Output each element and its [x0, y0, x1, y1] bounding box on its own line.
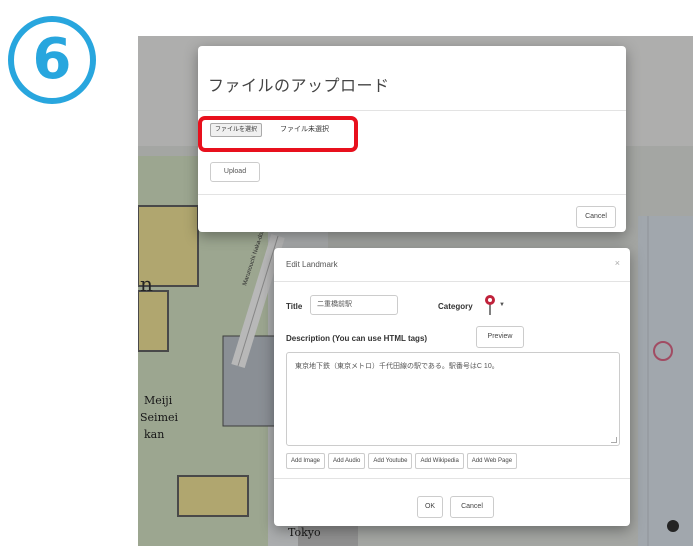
upload-button[interactable]: Upload	[210, 162, 260, 182]
step-number-badge: 6	[8, 16, 96, 104]
upload-cancel-button[interactable]: Cancel	[576, 206, 616, 228]
map-pin-icon[interactable]	[484, 294, 496, 316]
category-label: Category	[438, 302, 473, 311]
add-media-toolbar: Add Image Add Audio Add Youtube Add Wiki…	[286, 453, 518, 469]
cancel-button[interactable]: Cancel	[450, 496, 494, 518]
red-highlight-box	[198, 116, 358, 152]
file-upload-dialog: ファイルのアップロード ファイルを選択 ファイル未選択 Upload Cance…	[198, 46, 626, 232]
divider	[198, 110, 626, 111]
resize-handle-icon[interactable]	[611, 437, 617, 443]
description-textarea[interactable]: 東京地下鉄（東京メトロ）千代田線の駅である。駅番号はC 10。	[286, 352, 620, 446]
divider	[274, 478, 630, 479]
add-youtube-button[interactable]: Add Youtube	[368, 453, 413, 469]
divider	[198, 194, 626, 195]
tutorial-page: 6 n Meiji Seimei kan Tokyo Marunouchi Na…	[0, 0, 693, 546]
title-label: Title	[286, 302, 303, 311]
add-audio-button[interactable]: Add Audio	[328, 453, 366, 469]
add-web-page-button[interactable]: Add Web Page	[466, 453, 518, 469]
ok-button[interactable]: OK	[417, 496, 443, 518]
edit-landmark-dialog: Edit Landmark × Title 二重橋前駅 Category ▼ D…	[274, 248, 630, 526]
edit-dialog-title: Edit Landmark	[286, 260, 338, 269]
chevron-down-icon[interactable]: ▼	[499, 302, 505, 308]
description-label: Description (You can use HTML tags)	[286, 334, 428, 343]
close-icon[interactable]: ×	[615, 258, 620, 268]
add-image-button[interactable]: Add Image	[286, 453, 326, 469]
preview-button[interactable]: Preview	[476, 326, 524, 348]
app-screenshot: n Meiji Seimei kan Tokyo Marunouchi Naka…	[138, 36, 693, 546]
title-input[interactable]: 二重橋前駅	[310, 295, 398, 315]
upload-dialog-title: ファイルのアップロード	[208, 78, 390, 95]
divider	[274, 281, 630, 282]
description-text: 東京地下鉄（東京メトロ）千代田線の駅である。駅番号はC 10。	[295, 363, 499, 370]
add-wikipedia-button[interactable]: Add Wikipedia	[415, 453, 464, 469]
